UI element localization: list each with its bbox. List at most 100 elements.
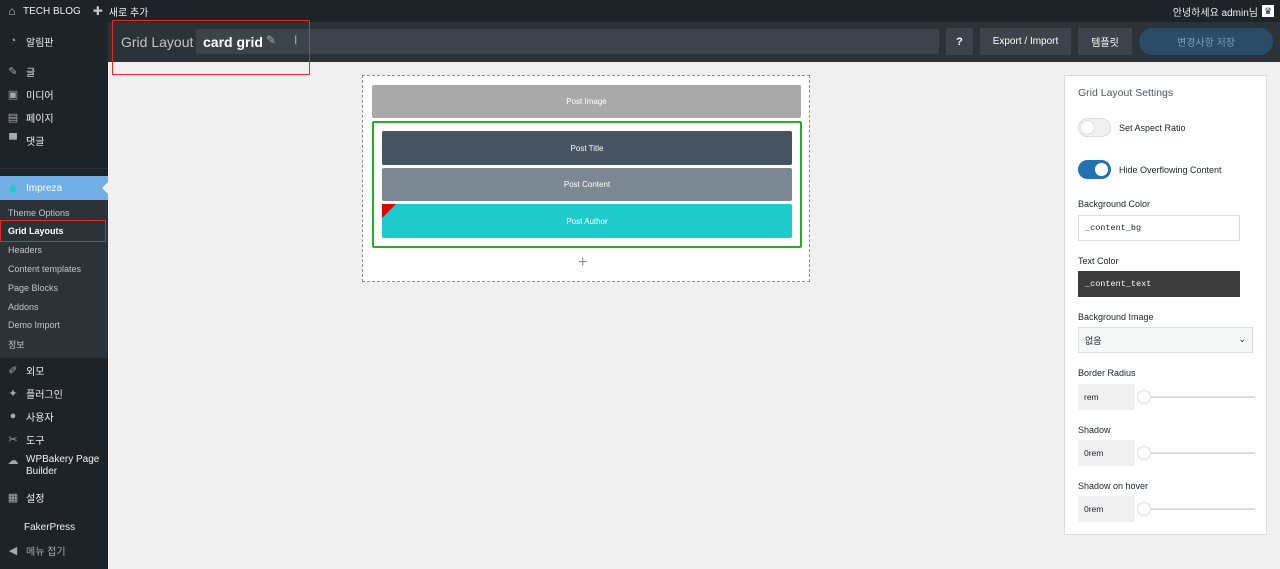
shadow-slider-handle[interactable] xyxy=(1137,446,1151,460)
pin-icon: ✎ xyxy=(8,65,18,78)
shadow-hover-input[interactable]: 0rem xyxy=(1078,496,1135,522)
templates-button[interactable]: 템플릿 xyxy=(1078,28,1132,55)
sidebar-item-label: 도구 xyxy=(26,435,45,447)
submenu-theme-options[interactable]: Theme Options xyxy=(8,208,70,218)
collapse-icon: ◀ xyxy=(8,544,18,557)
settings-title: Grid Layout Settings xyxy=(1078,87,1174,99)
admin-sidebar: ◔ 알림판 ✎ 글 ▣ 미디어 ▤ 페이지 ▀ 댓글 ◆ Impreza The… xyxy=(0,22,108,569)
submenu-addons[interactable]: Addons xyxy=(8,302,39,312)
submenu-content-templates[interactable]: Content templates xyxy=(8,264,81,274)
shadow-hover-label: Shadow on hover xyxy=(1078,481,1149,491)
post-author-label: Post Author xyxy=(566,216,608,226)
background-image-select[interactable]: 없음 ⌄ xyxy=(1078,327,1253,353)
submenu-about[interactable]: 정보 xyxy=(8,338,25,351)
background-image-label: Background Image xyxy=(1078,312,1154,322)
new-label: 새로 추가 xyxy=(108,7,149,19)
grid-layout-canvas: Post Image Post Title Post Content Post … xyxy=(362,75,810,282)
shadow-hover-track xyxy=(1138,508,1255,510)
toggle-knob xyxy=(1081,121,1094,134)
site-name-link[interactable]: ⌂ TECH BLOG xyxy=(0,0,86,22)
hide-overflow-toggle[interactable] xyxy=(1078,160,1111,179)
aspect-ratio-label: Set Aspect Ratio xyxy=(1119,123,1186,133)
sidebar-item-wpbakery[interactable]: ☁ WPBakery Page Builder xyxy=(0,454,108,482)
toggle-knob xyxy=(1095,163,1108,176)
sidebar-item-pages[interactable]: ▤ 페이지 xyxy=(0,106,108,128)
sidebar-item-label: 댓글 xyxy=(26,136,45,148)
help-button[interactable]: ? xyxy=(946,28,973,55)
sidebar-item-settings[interactable]: ▦ 설정 xyxy=(0,486,108,508)
sidebar-item-label: 외모 xyxy=(26,366,45,378)
impreza-icon: ◆ xyxy=(8,182,18,195)
sidebar-item-appearance[interactable]: ✐ 외모 xyxy=(0,359,108,381)
sidebar-item-label: 사용자 xyxy=(26,412,54,424)
sidebar-item-label: 메뉴 접기 xyxy=(26,546,66,558)
submenu-page-blocks[interactable]: Page Blocks xyxy=(8,283,58,293)
border-radius-input[interactable]: rem xyxy=(1078,384,1135,410)
post-image-element[interactable]: Post Image xyxy=(372,85,801,118)
sidebar-item-fakerpress[interactable]: FakerPress xyxy=(0,516,108,538)
sidebar-item-plugins[interactable]: ✦ 플러그인 xyxy=(0,382,108,404)
sidebar-item-label: 알림판 xyxy=(26,37,54,49)
post-title-element[interactable]: Post Title xyxy=(382,131,792,165)
vertical-wrapper[interactable]: Post Title Post Content Post Author xyxy=(372,121,802,248)
sidebar-item-users[interactable]: ● 사용자 xyxy=(0,405,108,427)
background-color-label: Background Color xyxy=(1078,199,1151,209)
post-author-element[interactable]: Post Author xyxy=(382,204,792,238)
sidebar-item-media[interactable]: ▣ 미디어 xyxy=(0,83,108,105)
post-content-element[interactable]: Post Content xyxy=(382,168,792,201)
comment-icon: ▀ xyxy=(9,134,17,146)
wpbakery-label-line1: WPBakery Page xyxy=(26,454,100,465)
collapse-menu-button[interactable]: ◀ 메뉴 접기 xyxy=(0,539,108,561)
sidebar-item-dashboard[interactable]: ◔ 알림판 xyxy=(0,30,108,52)
plus-icon: ✚ xyxy=(92,4,103,18)
settings-icon: ▦ xyxy=(7,491,19,504)
page-icon: ▤ xyxy=(7,111,19,124)
home-icon: ⌂ xyxy=(8,4,16,18)
sidebar-item-label: 페이지 xyxy=(26,113,54,125)
account-menu[interactable]: 안녕하세요 admin님 ♛ xyxy=(1173,4,1280,19)
border-radius-slider-handle[interactable] xyxy=(1137,390,1151,404)
text-color-input[interactable]: _content_text xyxy=(1078,271,1240,297)
new-content-link[interactable]: ✚ 새로 추가 xyxy=(86,0,154,22)
menu-separator xyxy=(0,168,108,169)
text-color-label: Text Color xyxy=(1078,256,1119,266)
shadow-hover-slider-handle[interactable] xyxy=(1137,502,1151,516)
shadow-track xyxy=(1138,452,1255,454)
sidebar-item-label: FakerPress xyxy=(24,521,76,533)
sidebar-item-posts[interactable]: ✎ 글 xyxy=(0,60,108,82)
sidebar-item-label: 플러그인 xyxy=(26,389,63,401)
admin-bar: ⌂ TECH BLOG ✚ 새로 추가 안녕하세요 admin님 ♛ xyxy=(0,0,1280,22)
chevron-down-icon: ⌄ xyxy=(1238,334,1246,344)
background-color-input[interactable]: _content_bg xyxy=(1078,215,1240,241)
border-radius-track xyxy=(1138,396,1255,398)
background-image-value: 없음 xyxy=(1085,335,1102,346)
export-import-button[interactable]: Export / Import xyxy=(980,28,1071,55)
add-element-icon[interactable]: + xyxy=(578,254,587,272)
avatar: ♛ xyxy=(1262,5,1274,17)
sidebar-item-label: WPBakery Page Builder xyxy=(26,454,99,478)
hide-overflow-label: Hide Overflowing Content xyxy=(1119,165,1222,175)
brush-icon: ✐ xyxy=(8,364,18,377)
submenu-headers[interactable]: Headers xyxy=(8,245,42,255)
aspect-ratio-toggle[interactable] xyxy=(1078,118,1111,137)
border-radius-label: Border Radius xyxy=(1078,368,1136,378)
grid-layout-settings-panel: Grid Layout Settings Set Aspect Ratio Hi… xyxy=(1064,75,1267,535)
wpbakery-icon: ☁ xyxy=(7,455,19,467)
site-name: TECH BLOG xyxy=(23,5,81,17)
highlight-box-title xyxy=(112,20,310,75)
dashboard-icon: ◔ xyxy=(9,35,17,47)
media-icon: ▣ xyxy=(7,88,19,101)
greeting: 안녕하세요 admin님 xyxy=(1172,7,1258,19)
sidebar-item-label: Impreza xyxy=(26,182,63,194)
sidebar-item-impreza[interactable]: ◆ Impreza xyxy=(0,176,108,200)
sidebar-item-comments[interactable]: ▀ 댓글 xyxy=(0,129,108,151)
highlight-box-grid-layouts xyxy=(0,220,106,242)
save-changes-button[interactable]: 변경사항 저장 xyxy=(1139,28,1273,55)
shadow-input[interactable]: 0rem xyxy=(1078,440,1135,466)
submenu-demo-import[interactable]: Demo Import xyxy=(8,320,60,330)
element-corner-marker xyxy=(382,204,396,218)
user-icon: ● xyxy=(9,410,17,422)
wrench-icon: ✂ xyxy=(8,433,18,446)
wpbakery-label-line2: Builder xyxy=(26,466,58,477)
sidebar-item-tools[interactable]: ✂ 도구 xyxy=(0,428,108,450)
